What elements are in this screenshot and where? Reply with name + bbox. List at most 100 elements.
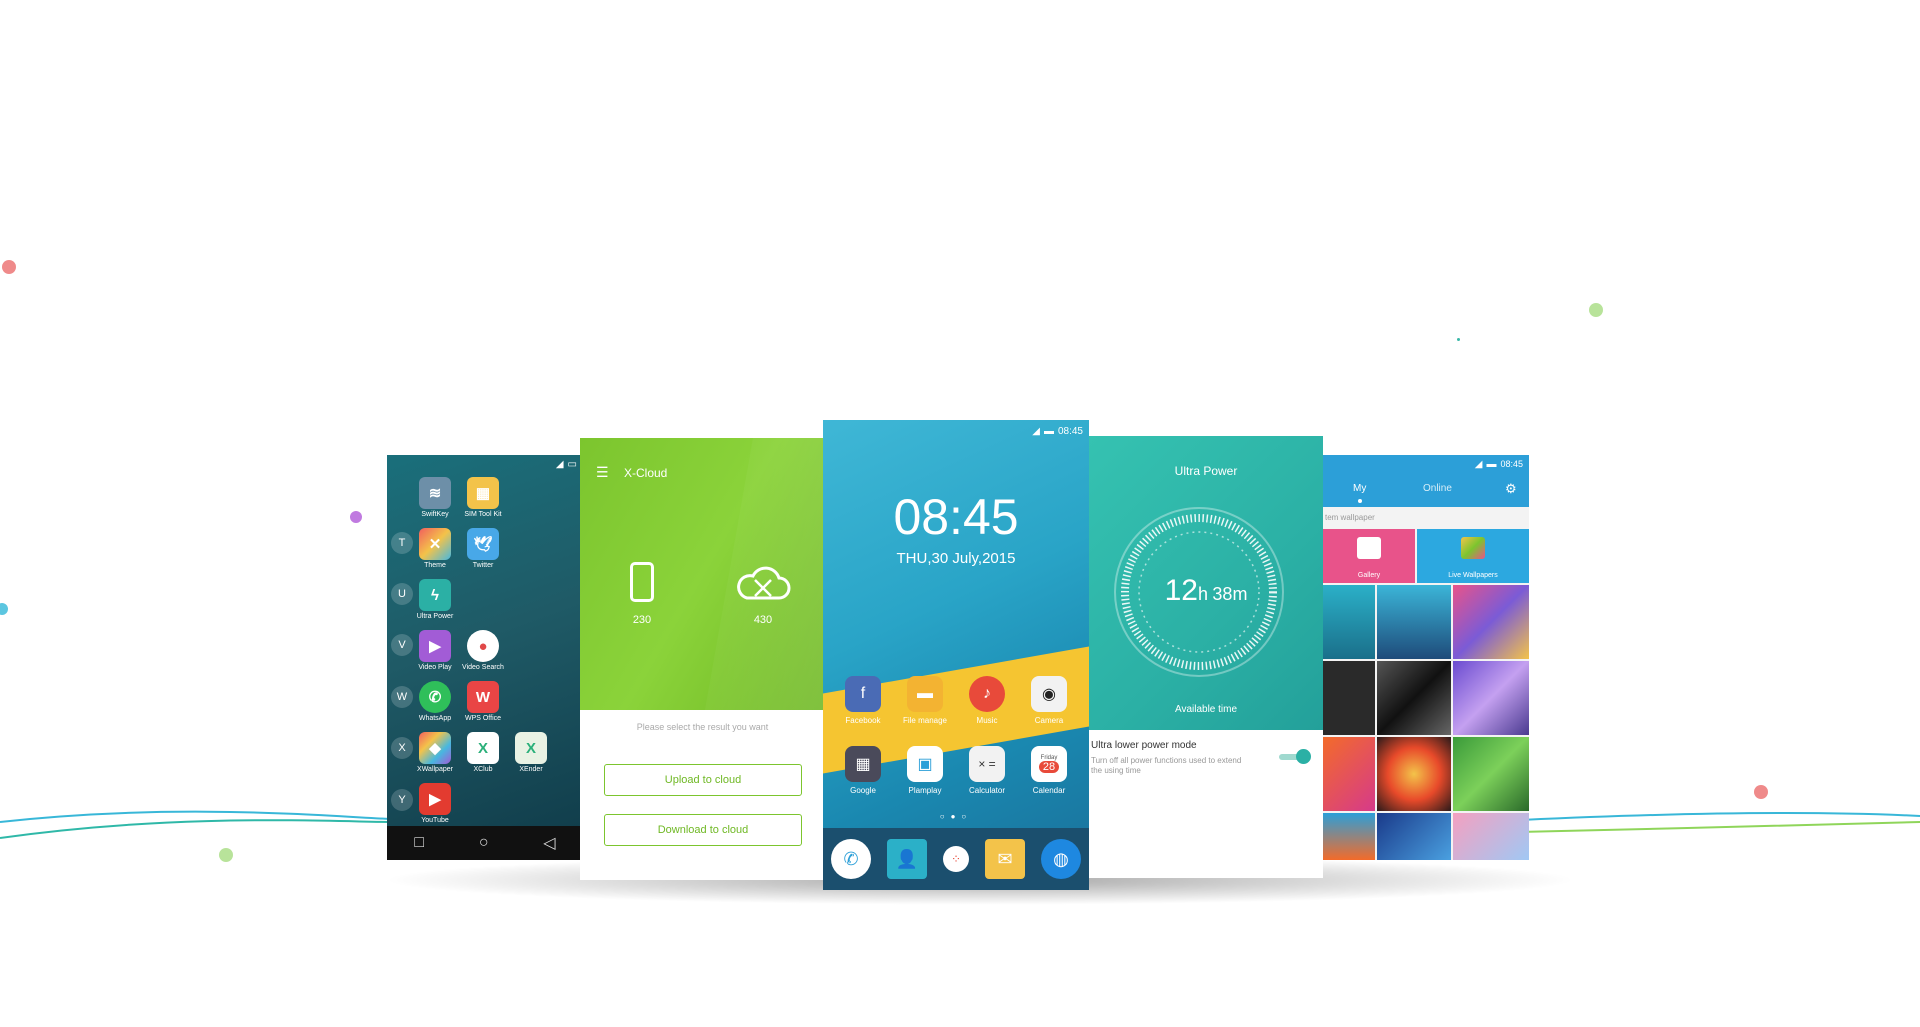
wallpaper-thumb[interactable] bbox=[1323, 813, 1375, 860]
youtube-icon: ▶ bbox=[419, 783, 451, 815]
cloud-icon bbox=[737, 566, 791, 600]
wallpaper-thumb[interactable] bbox=[1323, 661, 1375, 735]
index-letter[interactable]: U bbox=[391, 583, 413, 605]
app-label: File manage bbox=[902, 716, 948, 725]
app-google[interactable]: ▦ Google bbox=[833, 746, 893, 795]
app-label: XClub bbox=[473, 766, 493, 773]
wallpaper-thumb[interactable] bbox=[1377, 737, 1451, 811]
live-wallpapers-tile[interactable]: Live Wallpapers bbox=[1417, 529, 1529, 583]
whatsapp-icon: ✆ bbox=[419, 681, 451, 713]
app-label: YouTube bbox=[421, 817, 449, 824]
app-video-play[interactable]: ▶ Video Play bbox=[411, 630, 459, 671]
app-xwallpaper[interactable]: ◆ XWallpaper bbox=[411, 732, 459, 773]
battery-icon: ▭ bbox=[567, 458, 577, 470]
gallery-label: Gallery bbox=[1357, 572, 1381, 579]
app-label: SIM Tool Kit bbox=[464, 511, 502, 518]
index-letter[interactable]: T bbox=[391, 532, 413, 554]
wallpaper-thumb[interactable] bbox=[1377, 661, 1451, 735]
app-wps-office[interactable]: W WPS Office bbox=[459, 681, 507, 722]
xwallpaper-icon: ◆ bbox=[419, 732, 451, 764]
upload-to-cloud-button[interactable]: Upload to cloud bbox=[604, 764, 802, 796]
index-letter[interactable]: V bbox=[391, 634, 413, 656]
clock-date: THU,30 July,2015 bbox=[896, 550, 1016, 567]
index-letter[interactable]: W bbox=[391, 686, 413, 708]
app-theme[interactable]: ✕ Theme bbox=[411, 528, 459, 569]
app-file-manage[interactable]: ▬ File manage bbox=[895, 676, 955, 725]
phone-icon bbox=[630, 562, 654, 602]
mode-description: Turn off all power functions used to ext… bbox=[1091, 756, 1242, 775]
app-xclub[interactable]: X XClub bbox=[459, 732, 507, 773]
index-letter[interactable]: X bbox=[391, 737, 413, 759]
wallpaper-thumb[interactable] bbox=[1323, 737, 1375, 811]
wallpaper-thumb[interactable] bbox=[1377, 813, 1451, 860]
menu-icon[interactable]: ☰ bbox=[596, 464, 609, 481]
app-swiftkey[interactable]: ≋ SwiftKey bbox=[411, 477, 459, 518]
folder-icon: ▬ bbox=[907, 676, 943, 712]
xcloud-screen: ☰ X-Cloud 230 430 Please select the resu… bbox=[580, 438, 825, 880]
settings-icon[interactable]: ⚙ bbox=[1505, 481, 1517, 497]
app-ultra-power[interactable]: ϟ Ultra Power bbox=[411, 579, 459, 620]
tab-my[interactable]: My bbox=[1353, 483, 1366, 494]
wallpaper-thumb[interactable] bbox=[1377, 585, 1451, 659]
app-facebook[interactable]: f Facebook bbox=[833, 676, 893, 725]
app-calendar[interactable]: Friday 28 Calendar bbox=[1019, 746, 1079, 795]
download-to-cloud-button[interactable]: Download to cloud bbox=[604, 814, 802, 846]
signal-icon: ◢ bbox=[555, 458, 564, 470]
facebook-icon: f bbox=[845, 676, 881, 712]
contacts-icon[interactable]: 👤 bbox=[887, 839, 927, 879]
gallery-tile[interactable]: Gallery bbox=[1323, 529, 1415, 583]
app-label: XEnder bbox=[519, 766, 543, 773]
app-label: Music bbox=[976, 716, 998, 725]
calendar-date: 28 bbox=[1038, 761, 1060, 773]
app-twitter[interactable]: 🕊 Twitter bbox=[459, 528, 507, 569]
back-icon[interactable]: ◁ bbox=[543, 833, 555, 853]
app-label: Twitter bbox=[472, 562, 494, 569]
app-label: WhatsApp bbox=[418, 715, 452, 722]
decor-dot-cyan bbox=[0, 603, 8, 615]
wallpaper-thumb[interactable] bbox=[1453, 813, 1529, 860]
home-icon[interactable]: ○ bbox=[479, 834, 489, 852]
decor-dot-teal bbox=[1457, 338, 1460, 341]
minutes-value: 38 bbox=[1212, 584, 1233, 604]
app-label: Calculator bbox=[968, 786, 1005, 795]
tab-online[interactable]: Online bbox=[1423, 483, 1452, 494]
app-label: Theme bbox=[424, 562, 446, 569]
app-camera[interactable]: ◉ Camera bbox=[1019, 676, 1079, 725]
wps-icon: W bbox=[467, 681, 499, 713]
xclub-icon: X bbox=[467, 732, 499, 764]
battery-icon: ▬ bbox=[1043, 425, 1054, 437]
app-video-search[interactable]: ● Video Search bbox=[459, 630, 507, 671]
wallpaper-thumb[interactable] bbox=[1453, 661, 1529, 735]
low-power-toggle[interactable] bbox=[1279, 749, 1311, 764]
status-time: 08:45 bbox=[1500, 459, 1523, 469]
app-plamplay[interactable]: ▣ Plamplay bbox=[895, 746, 955, 795]
phone-icon[interactable]: ✆ bbox=[831, 839, 871, 879]
minutes-unit: m bbox=[1232, 584, 1248, 604]
index-letter[interactable]: Y bbox=[391, 789, 413, 811]
swiftkey-icon: ≋ bbox=[419, 477, 451, 509]
ultra-power-screen: Ultra Power 12h 38m Available time Ultra… bbox=[1089, 436, 1323, 878]
app-xender[interactable]: X XEnder bbox=[507, 732, 555, 773]
available-time-value: 12h 38m bbox=[1089, 574, 1323, 608]
status-time: 08:45 bbox=[1057, 425, 1083, 437]
navigation-bar: □ ○ ◁ bbox=[387, 826, 583, 860]
available-time-label: Available time bbox=[1174, 704, 1238, 715]
status-bar: ◢ ▬ 08:45 bbox=[1323, 455, 1529, 473]
apps-icon[interactable]: ⁘ bbox=[943, 846, 969, 872]
wallpaper-thumb[interactable] bbox=[1453, 737, 1529, 811]
wallpaper-screen: ◢ ▬ 08:45 My Online ⚙ tem wallpaper Gall… bbox=[1323, 455, 1529, 860]
mail-icon[interactable]: ✉ bbox=[985, 839, 1025, 879]
recent-apps-icon[interactable]: □ bbox=[414, 834, 424, 852]
app-youtube[interactable]: ▶ YouTube bbox=[411, 783, 459, 824]
app-calculator[interactable]: × = Calculator bbox=[957, 746, 1017, 795]
xender-icon: X bbox=[515, 732, 547, 764]
app-sim-tool-kit[interactable]: ▦ SIM Tool Kit bbox=[459, 477, 507, 518]
live-wallpapers-label: Live Wallpapers bbox=[1448, 572, 1498, 579]
wallpaper-thumb[interactable] bbox=[1453, 585, 1529, 659]
app-label: Plamplay bbox=[908, 786, 942, 795]
app-whatsapp[interactable]: ✆ WhatsApp bbox=[411, 681, 459, 722]
wallpaper-thumb[interactable] bbox=[1323, 585, 1375, 659]
browser-icon[interactable]: ◍ bbox=[1041, 839, 1081, 879]
app-music[interactable]: ♪ Music bbox=[957, 676, 1017, 725]
decor-dot-purple bbox=[350, 511, 362, 523]
